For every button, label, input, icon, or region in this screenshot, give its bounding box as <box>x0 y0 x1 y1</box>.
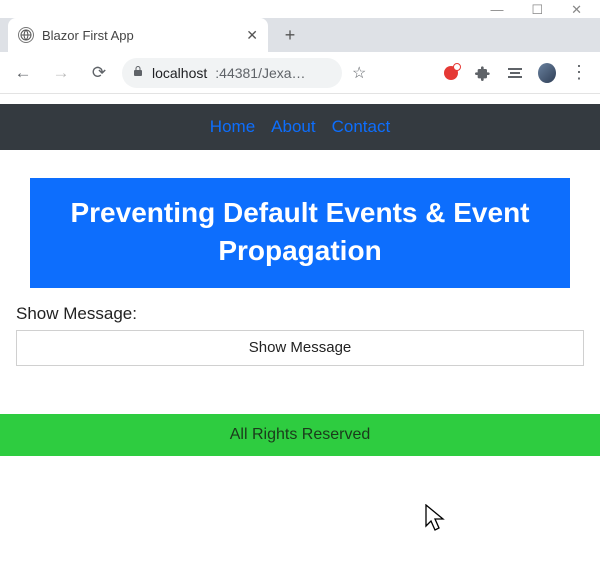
new-tab-button[interactable]: + <box>276 21 304 49</box>
window-close-button[interactable]: ✕ <box>571 3 582 16</box>
bookmark-star-icon[interactable]: ☆ <box>352 63 366 83</box>
nav-link-about[interactable]: About <box>268 117 318 137</box>
browser-tabstrip: Blazor First App ✕ + <box>0 18 600 52</box>
tab-title: Blazor First App <box>42 28 134 43</box>
reading-list-icon[interactable] <box>506 64 524 82</box>
page-content: Preventing Default Events & Event Propag… <box>0 150 600 366</box>
site-navbar: Home About Contact <box>0 104 600 150</box>
reload-button[interactable]: ⟳ <box>84 58 114 88</box>
show-message-button[interactable]: Show Message <box>16 330 584 366</box>
address-bar[interactable]: localhost :44381/Jexa… <box>122 58 342 88</box>
browser-tab-active[interactable]: Blazor First App ✕ <box>8 18 268 52</box>
site-footer: All Rights Reserved <box>0 414 600 456</box>
window-minimize-button[interactable]: — <box>490 3 503 16</box>
lock-icon <box>132 65 144 80</box>
browser-menu-button[interactable]: ⋮ <box>570 64 588 82</box>
extension-icons: ⋮ <box>442 64 592 82</box>
page-viewport: Home About Contact Preventing Default Ev… <box>0 104 600 456</box>
url-path: :44381/Jexa… <box>215 65 305 81</box>
forward-button[interactable]: → <box>46 58 76 88</box>
show-message-label: Show Message: <box>16 304 584 330</box>
extension-record-icon[interactable] <box>442 64 460 82</box>
page-heading-banner: Preventing Default Events & Event Propag… <box>30 178 570 288</box>
browser-toolbar: ← → ⟳ localhost :44381/Jexa… ☆ ⋮ <box>0 52 600 94</box>
globe-icon <box>18 27 34 43</box>
profile-avatar[interactable] <box>538 64 556 82</box>
extensions-puzzle-icon[interactable] <box>474 64 492 82</box>
footer-text: All Rights Reserved <box>230 426 371 444</box>
nav-link-home[interactable]: Home <box>207 117 258 137</box>
url-host: localhost <box>152 65 207 81</box>
window-titlebar: — ☐ ✕ <box>0 0 600 18</box>
tab-close-button[interactable]: ✕ <box>246 27 258 44</box>
window-maximize-button[interactable]: ☐ <box>531 3 543 16</box>
nav-link-contact[interactable]: Contact <box>329 117 394 137</box>
mouse-cursor-icon <box>425 504 447 532</box>
back-button[interactable]: ← <box>8 58 38 88</box>
